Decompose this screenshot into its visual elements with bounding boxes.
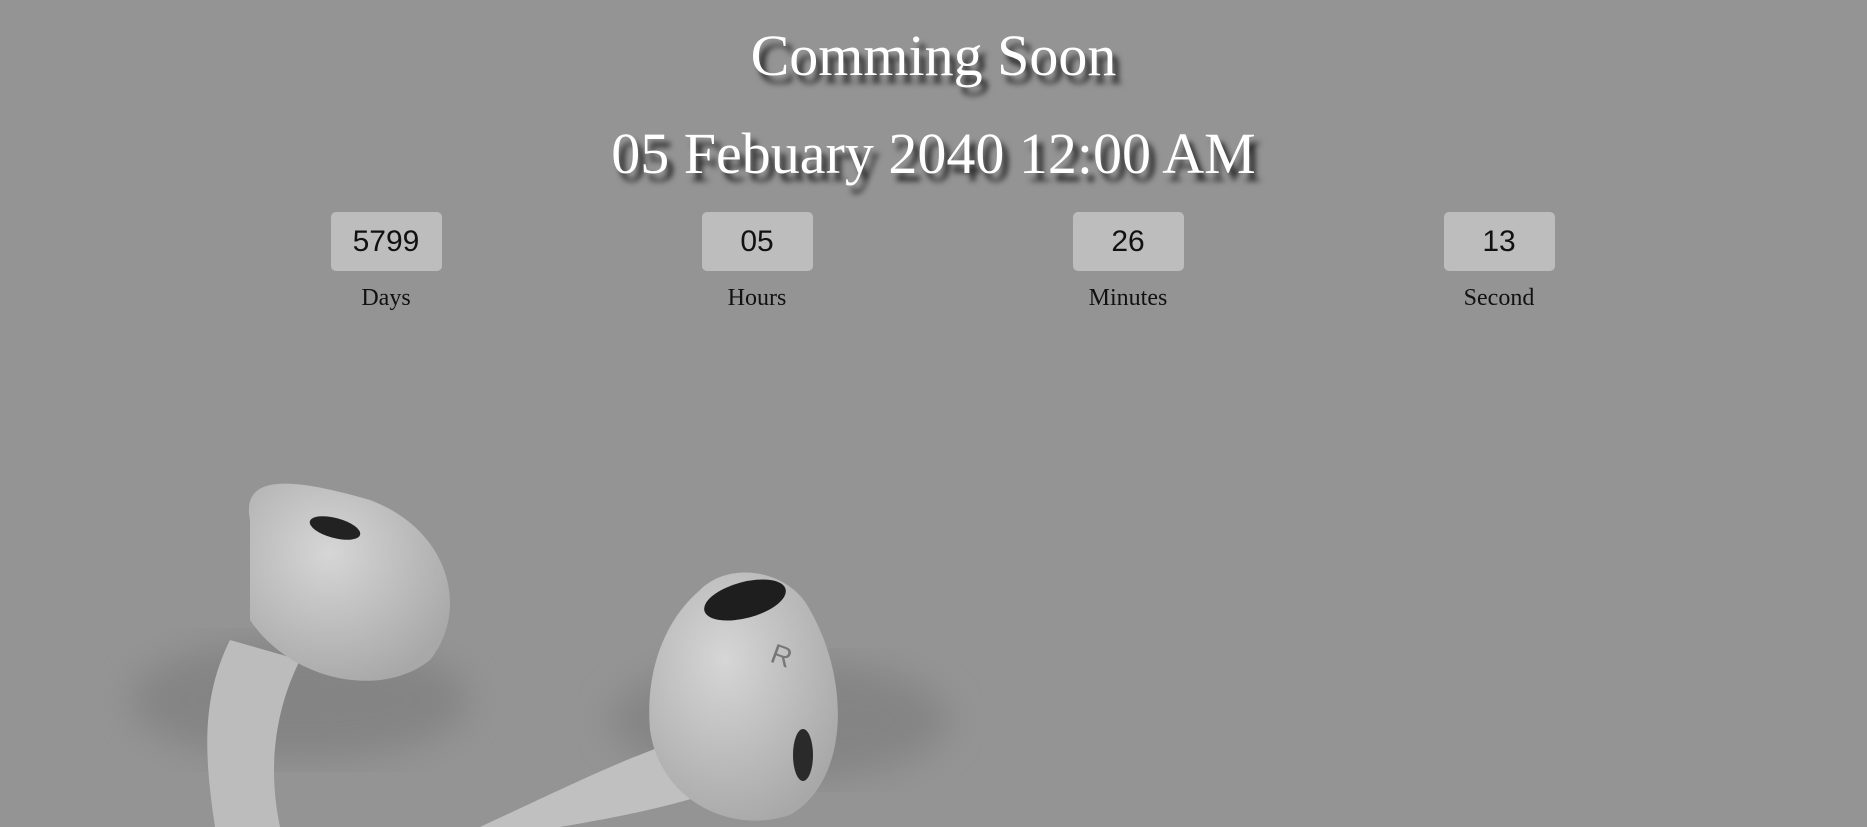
page-title: Comming Soon [750,23,1117,88]
countdown-days: 5799 Days [286,212,486,312]
countdown-minutes: 26 Minutes [1028,212,1228,312]
countdown-seconds: 13 Second [1399,212,1599,312]
countdown-hours: 05 Hours [657,212,857,312]
launch-date: 05 Febuary 2040 12:00 AM [611,121,1256,186]
minutes-value: 26 [1072,212,1184,271]
hours-value: 05 [701,212,813,271]
hours-label: Hours [727,285,787,311]
seconds-label: Second [1463,285,1535,311]
days-value: 5799 [330,212,442,271]
minutes-label: Minutes [1088,285,1168,311]
days-label: Days [361,285,411,311]
seconds-value: 13 [1443,212,1555,271]
